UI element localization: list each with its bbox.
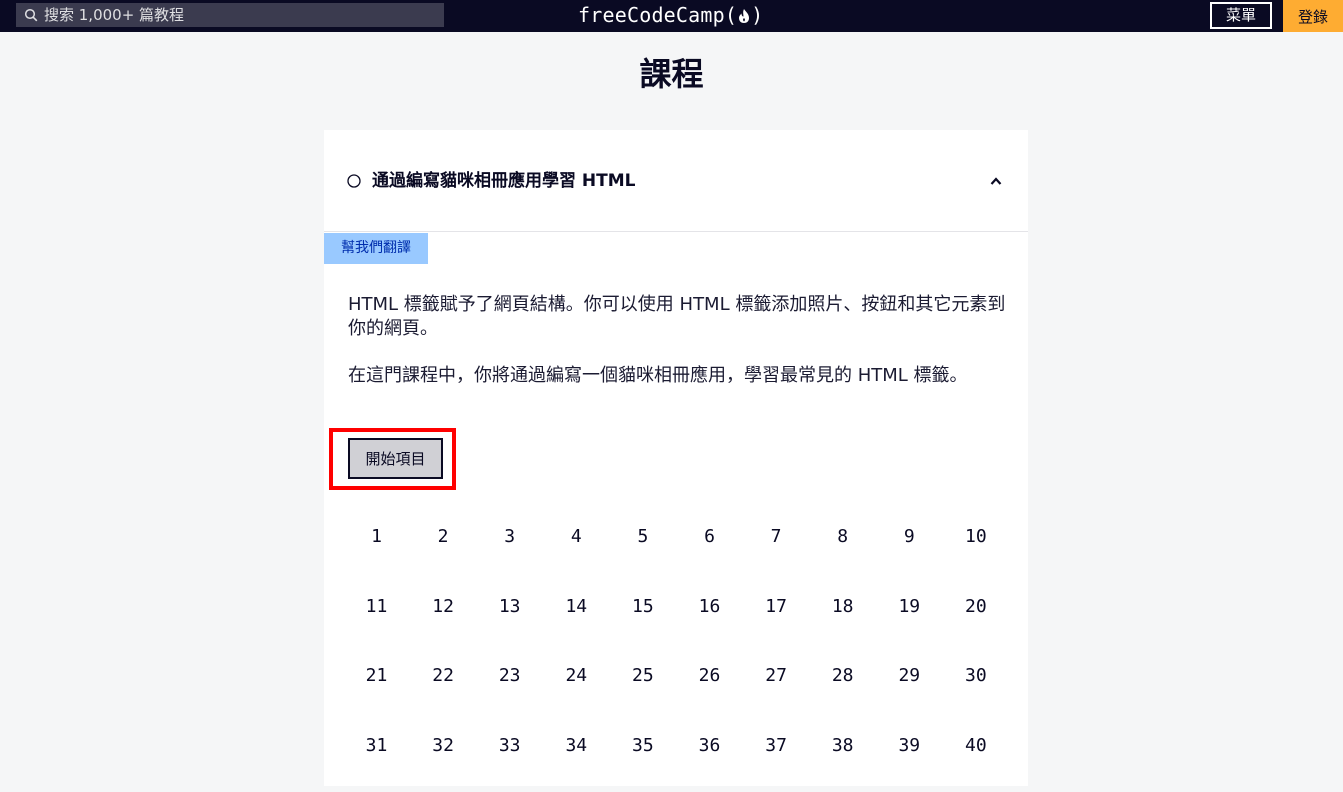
search-icon bbox=[24, 8, 38, 22]
step-link[interactable]: 36 bbox=[676, 721, 743, 771]
logo-text: freeCodeCamp( bbox=[578, 3, 738, 27]
block-description-2: 在這門課程中，你將通過編寫一個貓咪相冊應用，學習最常見的 HTML 標籤。 bbox=[348, 365, 968, 386]
step-link[interactable]: 15 bbox=[609, 582, 676, 632]
chevron-up-icon[interactable] bbox=[989, 174, 1003, 188]
step-link[interactable]: 37 bbox=[743, 721, 810, 771]
step-link[interactable]: 22 bbox=[410, 651, 477, 701]
step-link[interactable]: 11 bbox=[343, 582, 410, 632]
step-link[interactable]: 39 bbox=[876, 721, 943, 771]
step-link[interactable]: 27 bbox=[743, 651, 810, 701]
block-title: 通過編寫貓咪相冊應用學習 HTML bbox=[372, 171, 636, 191]
signin-button[interactable]: 登錄 bbox=[1283, 0, 1343, 32]
block-header-toggle[interactable]: 通過編寫貓咪相冊應用學習 HTML bbox=[324, 130, 1028, 232]
step-link[interactable]: 29 bbox=[876, 651, 943, 701]
step-link[interactable]: 6 bbox=[676, 512, 743, 562]
step-link[interactable]: 28 bbox=[809, 651, 876, 701]
logo-text-close: ) bbox=[751, 3, 764, 27]
step-link[interactable]: 40 bbox=[942, 721, 1009, 771]
step-link[interactable]: 12 bbox=[410, 582, 477, 632]
block-description-1: HTML 標籤賦予了網頁結構。你可以使用 HTML 標籤添加照片、按鈕和其它元素… bbox=[348, 294, 1006, 339]
step-link[interactable]: 2 bbox=[410, 512, 477, 562]
page-title: 課程 bbox=[639, 55, 704, 93]
step-link[interactable]: 38 bbox=[809, 721, 876, 771]
step-link[interactable]: 1 bbox=[343, 512, 410, 562]
step-link[interactable]: 17 bbox=[743, 582, 810, 632]
start-project-button[interactable]: 開始項目 bbox=[348, 438, 443, 479]
step-link[interactable]: 24 bbox=[543, 651, 610, 701]
step-link[interactable]: 23 bbox=[476, 651, 543, 701]
menu-button[interactable]: 菜單 bbox=[1210, 2, 1272, 29]
top-navbar: freeCodeCamp() 菜單 登錄 bbox=[0, 0, 1343, 32]
step-link[interactable]: 4 bbox=[543, 512, 610, 562]
step-grid: 1 2 3 4 5 6 7 8 9 10 11 12 13 14 15 16 17 18 19 20 21 22 23 24 2… bbox=[343, 512, 1023, 792]
step-link[interactable]: 30 bbox=[942, 651, 1009, 701]
help-translate-link[interactable]: 幫我們翻譯 bbox=[324, 233, 428, 264]
step-link[interactable]: 14 bbox=[543, 582, 610, 632]
step-link[interactable]: 33 bbox=[476, 721, 543, 771]
flame-icon bbox=[739, 9, 750, 23]
step-link[interactable]: 20 bbox=[942, 582, 1009, 632]
search-input[interactable] bbox=[44, 3, 440, 27]
course-block-card: 通過編寫貓咪相冊應用學習 HTML 幫我們翻譯 HTML 標籤賦予了網頁結構。你… bbox=[324, 130, 1028, 786]
step-link[interactable]: 25 bbox=[609, 651, 676, 701]
step-link[interactable]: 35 bbox=[609, 721, 676, 771]
step-link[interactable]: 9 bbox=[876, 512, 943, 562]
freecodecamp-logo[interactable]: freeCodeCamp() bbox=[578, 2, 763, 28]
step-link[interactable]: 31 bbox=[343, 721, 410, 771]
step-link[interactable]: 8 bbox=[809, 512, 876, 562]
search-box[interactable] bbox=[16, 3, 444, 27]
step-link[interactable]: 18 bbox=[809, 582, 876, 632]
step-link[interactable]: 3 bbox=[476, 512, 543, 562]
step-link[interactable]: 5 bbox=[609, 512, 676, 562]
step-link[interactable]: 32 bbox=[410, 721, 477, 771]
incomplete-circle-icon bbox=[347, 174, 361, 188]
step-link[interactable]: 21 bbox=[343, 651, 410, 701]
step-link[interactable]: 19 bbox=[876, 582, 943, 632]
step-link[interactable]: 26 bbox=[676, 651, 743, 701]
step-link[interactable]: 10 bbox=[942, 512, 1009, 562]
step-link[interactable]: 16 bbox=[676, 582, 743, 632]
step-link[interactable]: 13 bbox=[476, 582, 543, 632]
step-link[interactable]: 34 bbox=[543, 721, 610, 771]
step-link[interactable]: 7 bbox=[743, 512, 810, 562]
